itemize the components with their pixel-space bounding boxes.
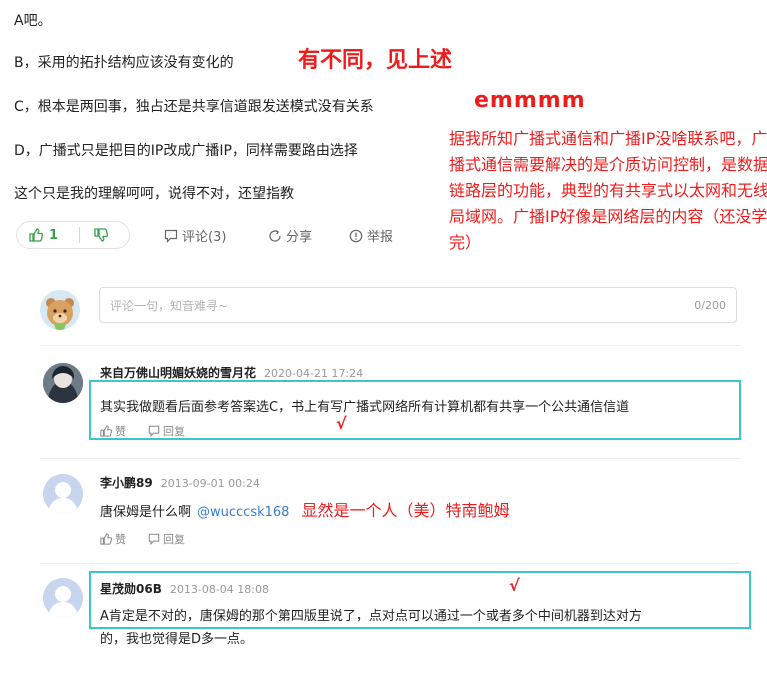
comment-input-placeholder: 评论一句，知音难寻~	[110, 298, 229, 313]
check-mark: √	[509, 576, 520, 595]
comment-author-name[interactable]: 来自万佛山明媚妖娆的雪月花	[100, 366, 256, 380]
report-icon	[349, 229, 363, 242]
divider	[40, 563, 740, 564]
comment-avatar	[43, 363, 83, 403]
comment-input[interactable]: 评论一句，知音难寻~ 0/200	[99, 287, 737, 323]
comment-text: 其实我做题看后面参考答案选C，书上有写广播式网络所有计算机都有共享一个公共通信信…	[100, 400, 630, 415]
report-label: 举报	[367, 230, 394, 245]
comment-author-name[interactable]: 李小鹏89	[100, 476, 153, 490]
comment-text: A肯定是不对的，唐保姆的那个第四版里说了，点对点可以通过一个或者多个中间机器到达…	[100, 609, 642, 624]
vote-group: 1	[16, 221, 130, 249]
comment-actions: 赞 回复	[100, 531, 185, 547]
comment-button[interactable]: 评论(3)	[164, 226, 226, 245]
answer-line-d: D，广播式只是把目的IP改成广播IP，同样需要路由选择	[14, 143, 358, 159]
comment-like-button[interactable]: 赞	[100, 531, 126, 547]
like-label: 赞	[115, 425, 126, 438]
char-counter: 0/200	[694, 298, 726, 312]
comment-reply-button[interactable]: 回复	[148, 423, 185, 439]
annotation-c: emmmm	[474, 88, 586, 113]
default-avatar-icon	[43, 578, 83, 618]
comment-body: 唐保姆是什么啊 @wucccsk168 显然是一个人（美）特南鲍姆	[100, 497, 509, 521]
comment-author: 李小鹏89 2013-09-01 00:24	[100, 474, 260, 491]
comment-icon	[164, 229, 178, 243]
comment-author-name[interactable]: 星茂勋06B	[100, 582, 162, 596]
answer-line-b: B，采用的拓扑结构应该没有变化的	[14, 55, 234, 71]
share-label: 分享	[286, 230, 313, 245]
annotation-note: 显然是一个人（美）特南鲍姆	[301, 501, 510, 520]
comment-date: 2013-08-04 18:08	[169, 583, 269, 596]
comment-reply-button[interactable]: 回复	[148, 531, 185, 547]
share-icon	[269, 229, 281, 242]
reply-label: 回复	[163, 533, 185, 546]
share-button[interactable]: 分享	[268, 226, 312, 245]
like-count: 1	[49, 227, 59, 243]
thumbs-up-icon	[100, 533, 112, 545]
comment-author: 星茂勋06B 2013-08-04 18:08	[100, 580, 269, 597]
annotation-b: 有不同，见上述	[298, 48, 453, 73]
like-label: 赞	[115, 533, 126, 546]
comment-date: 2013-09-01 00:24	[160, 477, 260, 490]
thumbs-up-icon	[29, 228, 43, 242]
bear-avatar-icon	[40, 290, 80, 330]
reply-label: 回复	[163, 425, 185, 438]
thumbs-down-icon	[94, 228, 108, 242]
report-button[interactable]: 举报	[349, 226, 393, 245]
answer-closing: 这个只是我的理解呵呵，说得不对，还望指教	[14, 186, 294, 202]
comment-actions: 赞 回复	[100, 423, 185, 439]
dislike-button[interactable]	[80, 228, 108, 242]
divider	[40, 345, 740, 346]
answer-line-a: A吧。	[14, 13, 52, 29]
divider	[40, 458, 740, 459]
comment-text: 唐保姆是什么啊	[100, 505, 192, 520]
comment-label: 评论(3)	[182, 230, 227, 245]
reply-icon	[148, 533, 160, 545]
current-user-avatar	[40, 290, 80, 330]
default-avatar-icon	[43, 474, 83, 514]
check-mark: √	[336, 414, 347, 433]
like-button[interactable]: 1	[17, 228, 79, 243]
reply-icon	[148, 425, 160, 437]
thumbs-up-icon	[100, 425, 112, 437]
mention-link[interactable]: @wucccsk168	[197, 505, 289, 520]
anime-avatar-icon	[43, 363, 83, 403]
answer-line-c: C，根本是两回事，独占还是共享信道跟发送模式没有关系	[14, 99, 374, 115]
comment-like-button[interactable]: 赞	[100, 423, 126, 439]
comment-author: 来自万佛山明媚妖娆的雪月花 2020-04-21 17:24	[100, 364, 363, 381]
comment-text: 的，我也觉得是D多一点。	[100, 632, 254, 647]
comment-date: 2020-04-21 17:24	[264, 367, 364, 380]
annotation-d: 据我所知广播式通信和广播IP没啥联系吧，广播式通信需要解决的是介质访问控制，是数…	[449, 129, 767, 252]
comment-avatar	[43, 474, 83, 514]
comment-avatar	[43, 578, 83, 618]
